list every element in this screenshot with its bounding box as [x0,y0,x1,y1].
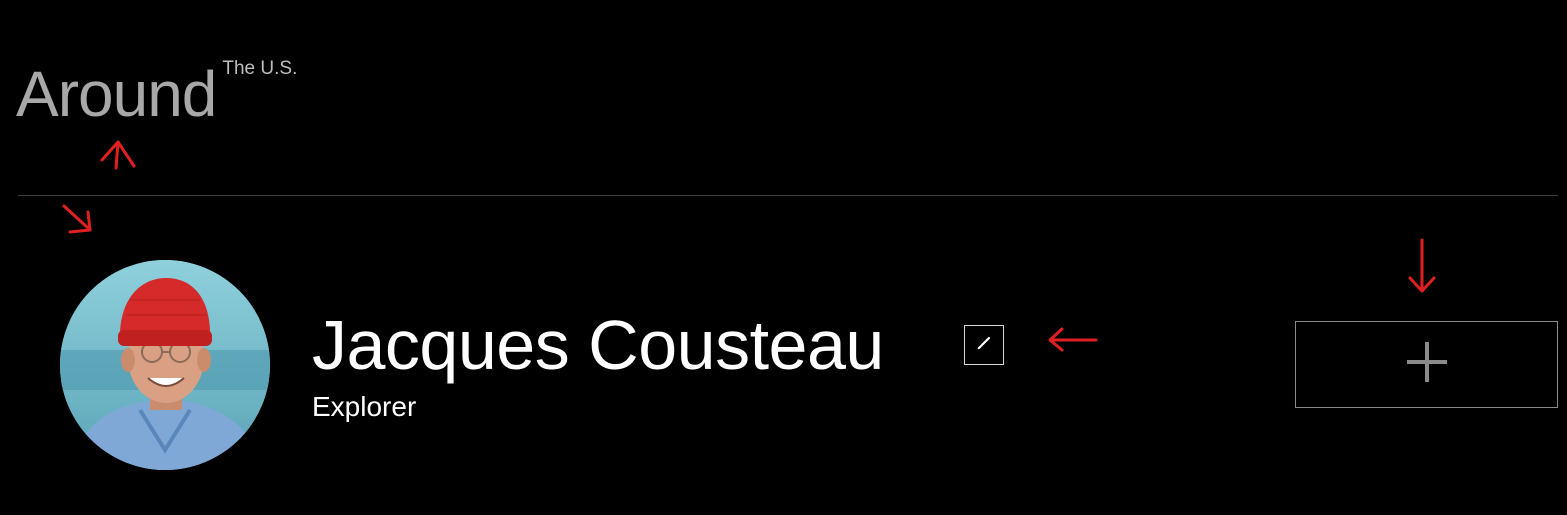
arrow-up-annotation [100,140,136,170]
logo-superscript: The U.S. [222,58,298,79]
pencil-icon [974,333,994,358]
edit-profile-button[interactable] [964,325,1004,365]
logo-text: Around [16,58,217,130]
profile-role: Explorer [312,391,417,422]
profile-name: Jacques Cousteau [312,306,884,384]
site-logo[interactable]: Around The U.S. [16,56,297,132]
profile-page: Around The U.S. Jacques Cousteau Explore… [0,0,1567,515]
plus-icon [1405,340,1449,389]
arrow-left-annotation [1048,327,1098,352]
arrow-down-annotation [1408,238,1436,293]
avatar [60,260,270,470]
header-divider [18,195,1558,196]
add-button[interactable] [1295,321,1558,408]
arrow-down-right-annotation [62,204,92,234]
